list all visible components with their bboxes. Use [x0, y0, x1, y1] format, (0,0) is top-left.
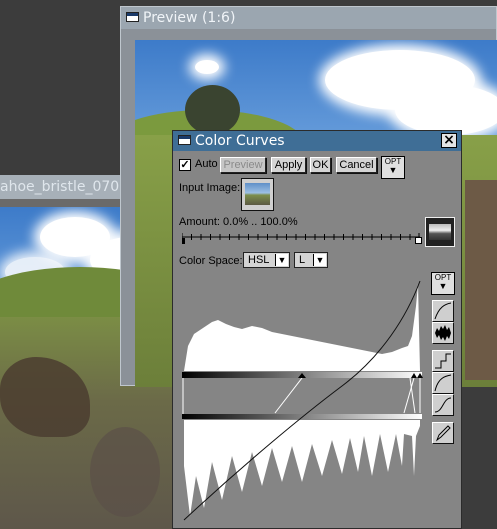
auto-label: Auto — [195, 158, 218, 170]
s-curve-button[interactable] — [432, 394, 454, 416]
dialog-title: Color Curves — [195, 133, 285, 149]
side-opt-button[interactable]: OPT ▼ — [431, 272, 455, 295]
apply-button[interactable]: Apply — [271, 157, 306, 173]
curve-tool-button[interactable] — [432, 300, 454, 322]
ok-button[interactable]: OK — [310, 157, 331, 173]
channel-value: L — [299, 254, 306, 266]
smooth-curve-button[interactable] — [432, 372, 454, 394]
color-space-value: HSL — [248, 254, 270, 266]
curve-icon — [434, 397, 452, 413]
opt-button[interactable]: OPT ▼ — [381, 156, 405, 179]
step-icon — [435, 353, 451, 369]
amount-preview-thumbnail — [425, 217, 455, 247]
down-arrow-icon: ▼ — [438, 281, 448, 291]
close-button[interactable]: × — [441, 133, 457, 148]
amount-slider[interactable] — [182, 230, 422, 246]
window-icon — [126, 12, 139, 22]
curve-icon — [434, 302, 452, 320]
input-image-label: Input Image: — [179, 182, 241, 194]
histogram-icon — [435, 325, 451, 341]
auto-checkbox[interactable]: ✓ — [179, 159, 191, 171]
color-space-select[interactable]: HSL ▼ — [243, 252, 290, 268]
close-icon: × — [443, 132, 455, 148]
window-icon — [178, 135, 191, 145]
color-space-label: Color Space: — [179, 255, 243, 267]
step-tool-button[interactable] — [432, 350, 454, 372]
output-histogram — [184, 420, 420, 516]
curve-icon — [434, 374, 452, 392]
input-histogram — [184, 284, 420, 371]
curves-graph[interactable] — [182, 276, 426, 522]
histogram-tool-button[interactable] — [432, 322, 454, 344]
pencil-icon — [435, 425, 451, 442]
amount-slider-handle[interactable] — [415, 237, 422, 244]
down-arrow-icon: ▼ — [313, 254, 326, 266]
down-arrow-icon: ▼ — [388, 165, 398, 175]
cancel-button[interactable]: Cancel — [336, 157, 377, 173]
preview-window-titlebar[interactable]: Preview (1:6) — [121, 7, 496, 29]
preview-button[interactable]: Preview — [220, 157, 266, 173]
pencil-tool-button[interactable] — [432, 422, 454, 444]
amount-label: Amount: 0.0% .. 100.0% — [179, 216, 298, 228]
channel-select[interactable]: L ▼ — [294, 252, 328, 268]
color-curves-titlebar[interactable]: Color Curves × — [173, 131, 461, 151]
preview-window-title: Preview (1:6) — [143, 10, 236, 26]
color-curves-dialog: Color Curves × ✓ Auto Preview Apply OK C… — [172, 130, 462, 529]
down-arrow-icon: ▼ — [275, 254, 288, 266]
input-image-thumbnail[interactable] — [241, 178, 274, 211]
